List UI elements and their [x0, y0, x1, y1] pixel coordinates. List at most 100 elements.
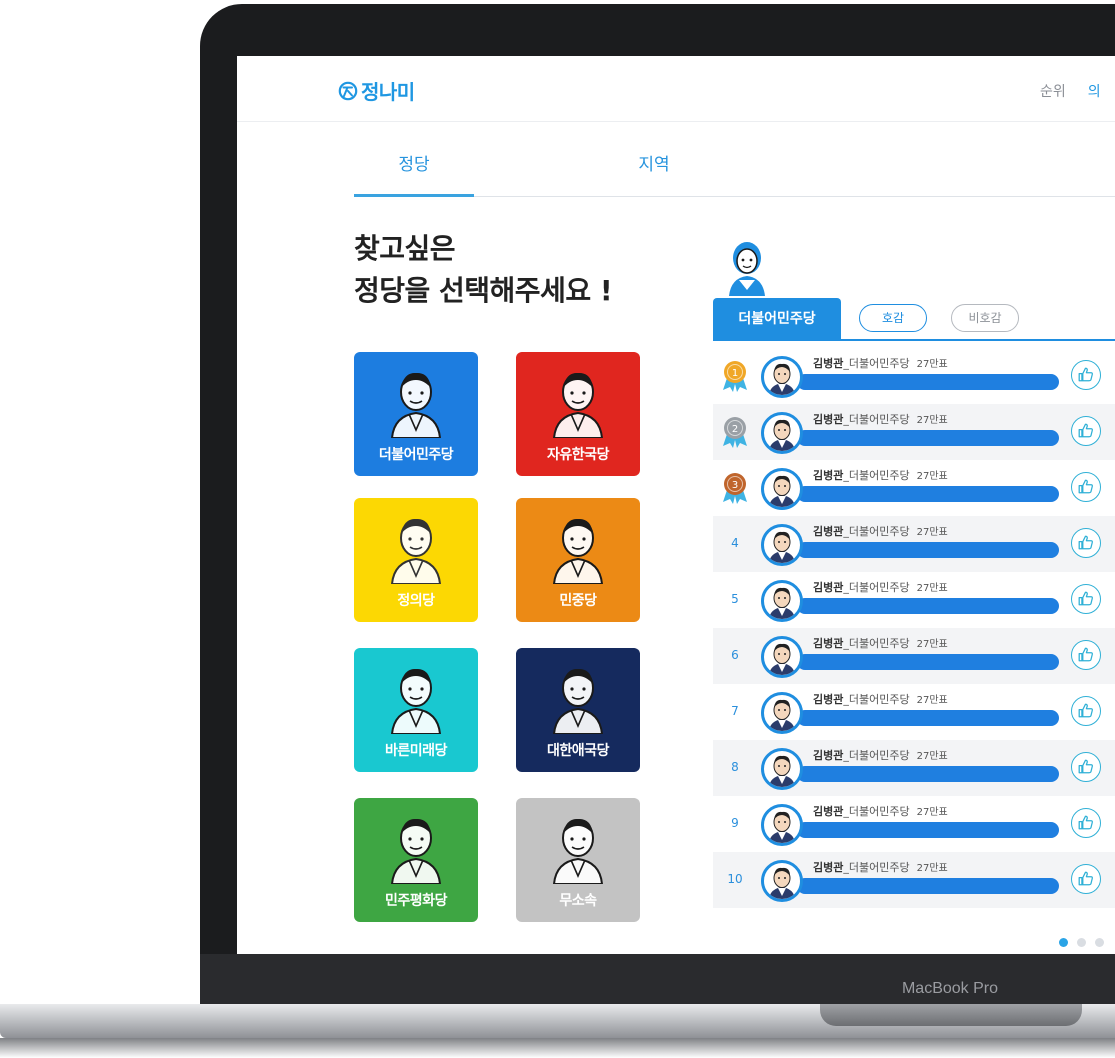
candidate-avatar [761, 636, 803, 678]
politician-portrait-icon [552, 518, 604, 584]
ranking-row[interactable]: 9 김병관_더불어민주당 27만표 [713, 796, 1115, 852]
filter-like-button[interactable]: 호감 [859, 304, 927, 332]
like-button[interactable] [1071, 472, 1101, 502]
candidate-votes: 27만표 [916, 639, 948, 650]
like-button[interactable] [1071, 808, 1101, 838]
candidate-name: 김병관 [813, 357, 844, 370]
like-button[interactable] [1071, 696, 1101, 726]
vote-bar [797, 710, 1059, 726]
candidate-name: 김병관 [813, 413, 844, 426]
svg-text:2: 2 [732, 424, 738, 435]
filter-dislike-button[interactable]: 비호감 [951, 304, 1019, 332]
politician-portrait-icon [390, 372, 442, 438]
candidate-avatar [761, 804, 803, 846]
candidate-info: 김병관_더불어민주당 27만표 [813, 579, 948, 595]
party-card-bareun-mirae[interactable]: 바른미래당 [354, 648, 478, 772]
candidate-avatar [761, 860, 803, 902]
party-card-label: 민주평화당 [385, 893, 447, 909]
medal-icon: 1 [723, 361, 747, 392]
party-card-minjung[interactable]: 민중당 [516, 498, 640, 622]
thumbs-up-icon [1078, 423, 1093, 438]
ranking-row[interactable]: 10 김병관_더불어민주당 27만표 [713, 852, 1115, 908]
pagination-dots [1059, 938, 1104, 947]
politician-portrait-icon [390, 518, 442, 584]
medal-icon: 2 [723, 417, 747, 448]
candidate-avatar [761, 748, 803, 790]
vote-bar [797, 374, 1059, 390]
candidate-name: 김병관 [813, 749, 844, 762]
ranking-row[interactable]: 5 김병관_더불어민주당 27만표 [713, 572, 1115, 628]
vote-bar [797, 766, 1059, 782]
smile-face-icon [338, 81, 358, 100]
party-card-liberty-korea[interactable]: 자유한국당 [516, 352, 640, 476]
candidate-name: 김병관 [813, 581, 844, 594]
ranking-row[interactable]: 7 김병관_더불어민주당 27만표 [713, 684, 1115, 740]
candidate-party: _더불어민주당 [843, 861, 910, 874]
rank-number: 5 [731, 592, 739, 606]
candidate-name: 김병관 [813, 693, 844, 706]
like-button[interactable] [1071, 416, 1101, 446]
candidate-votes: 27만표 [916, 471, 948, 482]
page-dot[interactable] [1059, 938, 1068, 947]
thumbs-up-icon [1078, 871, 1093, 886]
like-button[interactable] [1071, 584, 1101, 614]
party-card-korean-patriots[interactable]: 대한애국당 [516, 648, 640, 772]
candidate-party: _더불어민주당 [843, 357, 910, 370]
app-header: 정나미 순위 의 [237, 56, 1115, 122]
candidate-info: 김병관_더불어민주당 27만표 [813, 859, 948, 875]
candidate-info: 김병관_더불어민주당 27만표 [813, 411, 948, 427]
tab-region[interactable]: 지역 [594, 147, 714, 197]
ranking-row[interactable]: 2 김병관_더불어민주당 27만표 [713, 404, 1115, 460]
page-heading: 찾고싶은 정당을 선택해주세요 ! [354, 228, 613, 312]
party-card-peace-democracy[interactable]: 민주평화당 [354, 798, 478, 922]
like-button[interactable] [1071, 752, 1101, 782]
nav-more[interactable]: 의 [1088, 81, 1101, 101]
ranking-row[interactable]: 4 김병관_더불어민주당 27만표 [713, 516, 1115, 572]
logo[interactable]: 정나미 [338, 76, 415, 105]
rank-number: 6 [731, 648, 739, 662]
party-card-label: 더불어민주당 [378, 447, 454, 463]
rank-number: 4 [731, 536, 739, 550]
medal-icon: 3 [723, 473, 747, 504]
like-button[interactable] [1071, 528, 1101, 558]
header-nav: 순위 의 [1040, 81, 1101, 101]
candidate-avatar [761, 412, 803, 454]
page-dot[interactable] [1077, 938, 1086, 947]
candidate-votes: 27만표 [916, 527, 948, 538]
like-button[interactable] [1071, 864, 1101, 894]
vote-bar [797, 598, 1059, 614]
candidate-party: _더불어민주당 [843, 693, 910, 706]
tab-bar: 정당 지역 [354, 147, 1115, 197]
party-card-label: 정의당 [397, 593, 435, 609]
device-label: MacBook Pro [901, 980, 999, 997]
party-card-independent[interactable]: 무소속 [516, 798, 640, 922]
candidate-party: _더불어민주당 [843, 805, 910, 818]
party-card-justice[interactable]: 정의당 [354, 498, 478, 622]
ranking-row[interactable]: 1 김병관_더불어민주당 27만표 [713, 348, 1115, 404]
party-card-democratic[interactable]: 더불어민주당 [354, 352, 478, 476]
candidate-info: 김병관_더불어민주당 27만표 [813, 635, 948, 651]
rank-number: 8 [731, 760, 739, 774]
rank-number: 10 [727, 872, 743, 886]
party-card-label: 무소속 [559, 893, 597, 909]
selected-party-tab[interactable]: 더불어민주당 [713, 298, 841, 340]
nav-rank[interactable]: 순위 [1040, 81, 1066, 101]
like-button[interactable] [1071, 640, 1101, 670]
ranking-row[interactable]: 6 김병관_더불어민주당 27만표 [713, 628, 1115, 684]
politician-portrait-icon [552, 668, 604, 734]
vote-bar [797, 486, 1059, 502]
candidate-party: _더불어민주당 [843, 637, 910, 650]
rank-number: 9 [731, 816, 739, 830]
candidate-name: 김병관 [813, 637, 844, 650]
page-dot[interactable] [1095, 938, 1104, 947]
tab-party[interactable]: 정당 [354, 147, 474, 197]
ranking-row[interactable]: 3 김병관_더불어민주당 27만표 [713, 460, 1115, 516]
candidate-party: _더불어민주당 [843, 581, 910, 594]
candidate-avatar [761, 468, 803, 510]
ranking-row[interactable]: 8 김병관_더불어민주당 27만표 [713, 740, 1115, 796]
ranking-panel: 더불어민주당 호감 비호감 1 김병관_더불어민주당 27만표 2 김병관_더불어민주당… [713, 236, 1115, 954]
politician-portrait-icon [390, 818, 442, 884]
heading-line-2: 정당을 선택해주세요 ! [354, 274, 613, 307]
party-card-label: 민중당 [559, 593, 597, 609]
like-button[interactable] [1071, 360, 1101, 390]
